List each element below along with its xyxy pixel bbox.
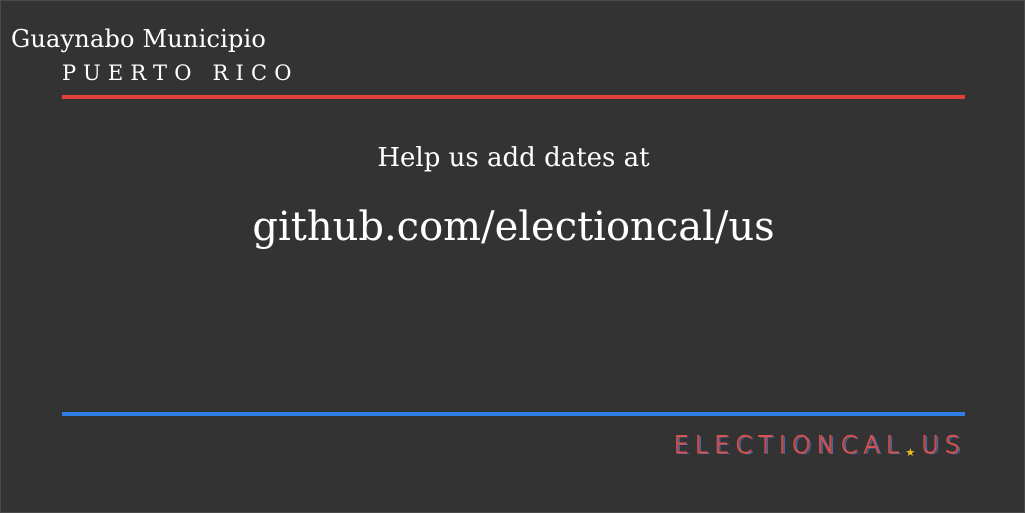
repo-link[interactable]: github.com/electioncal/us <box>1 204 1025 250</box>
brand-tld: US <box>921 431 966 460</box>
brand-logo: ELECTIONCAL★ US <box>673 431 966 460</box>
municipio-name: Guaynabo Municipio <box>11 25 267 53</box>
bottom-divider <box>62 412 965 416</box>
brand-name: ELECTIONCAL <box>673 431 906 460</box>
election-card: Guaynabo Municipio PUERTO RICO Help us a… <box>0 0 1025 513</box>
top-divider <box>62 95 965 99</box>
state-name: PUERTO RICO <box>62 61 299 85</box>
star-icon: ★ <box>905 446 916 459</box>
help-text: Help us add dates at <box>377 143 650 173</box>
